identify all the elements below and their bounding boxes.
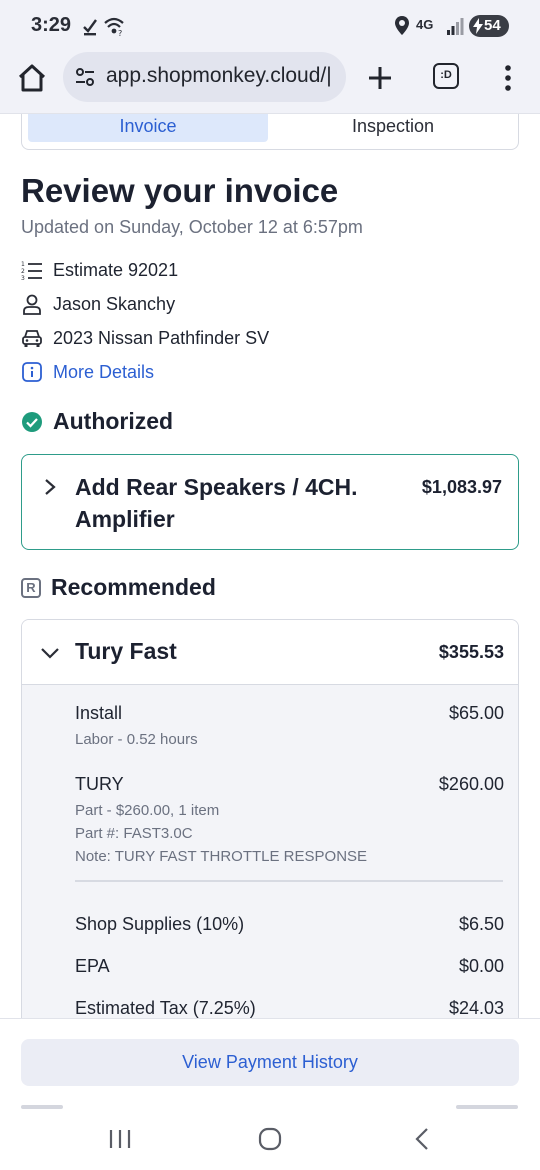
more-menu-icon[interactable] xyxy=(498,64,518,92)
recommended-label: Recommended xyxy=(51,574,216,600)
address-bar-url: app.shopmonkey.cloud/| xyxy=(106,64,332,87)
estimate-row: 1 2 3 Estimate 92021 xyxy=(21,258,178,282)
customer-name: Jason Skanchy xyxy=(53,293,176,314)
signal-icon xyxy=(447,18,464,35)
fee-name: EPA xyxy=(75,956,110,976)
battery-indicator: 54 xyxy=(469,15,509,37)
network-type-label: 4G xyxy=(416,17,434,32)
svg-text:?: ? xyxy=(118,29,122,38)
fee-amount: $0.00 xyxy=(458,956,504,976)
status-time: 3:29 xyxy=(31,14,72,36)
person-icon xyxy=(23,294,41,315)
location-icon xyxy=(395,16,409,35)
line-item-name: TURY xyxy=(75,774,124,794)
line-item-price: $65.00 xyxy=(448,703,504,723)
browser-toolbar: app.shopmonkey.cloud/| :D xyxy=(0,52,540,114)
line-item-detail: Part - $260.00, 1 item xyxy=(75,802,220,819)
check-circle-icon xyxy=(22,411,42,432)
divider xyxy=(75,880,503,882)
vehicle-name: 2023 Nissan Pathfinder SV xyxy=(53,327,270,348)
home-button-icon[interactable] xyxy=(258,1127,282,1151)
back-icon[interactable] xyxy=(412,1127,432,1151)
fee-amount: $24.03 xyxy=(448,998,504,1018)
site-settings-icon[interactable] xyxy=(73,65,97,89)
authorized-service-price: $1,083.97 xyxy=(421,477,502,497)
recommended-service-details: Install $65.00 Labor - 0.52 hours TURY $… xyxy=(22,685,518,1058)
updated-timestamp: Updated on Sunday, October 12 at 6:57pm xyxy=(21,217,363,237)
page-title: Review your invoice xyxy=(21,172,339,209)
authorized-service-title: Add Rear Speakers / 4CH. Amplifier xyxy=(75,474,358,532)
vehicle-row: 2023 Nissan Pathfinder SV xyxy=(21,326,269,350)
view-payment-history-button[interactable]: View Payment History xyxy=(21,1039,519,1086)
line-item-name: Install xyxy=(75,703,123,723)
more-details-link[interactable]: More Details xyxy=(21,360,154,384)
recommended-heading: R Recommended xyxy=(21,574,216,601)
system-navigation-bar xyxy=(0,1113,540,1170)
customer-row: Jason Skanchy xyxy=(21,292,175,316)
tab-inspection[interactable]: Inspection xyxy=(272,114,514,142)
bottom-action-panel: View Payment History xyxy=(0,1018,540,1113)
svg-text:3: 3 xyxy=(21,275,25,281)
clipped-text-peek xyxy=(21,1105,63,1109)
recommended-service-title: Tury Fast xyxy=(75,638,177,664)
line-item-detail: Labor - 0.52 hours xyxy=(75,731,198,748)
svg-text:1: 1 xyxy=(21,261,25,268)
estimate-number: Estimate 92021 xyxy=(53,259,179,280)
charging-bolt-icon xyxy=(473,18,483,34)
authorized-label: Authorized xyxy=(53,408,174,434)
status-bar: 3:29 ? 4G 54 xyxy=(0,0,540,52)
svg-text:2: 2 xyxy=(21,268,25,275)
recommended-service-card: Tury Fast $355.53 Install $65.00 Labor -… xyxy=(21,619,519,1059)
authorized-service-card[interactable]: Add Rear Speakers / 4CH. Amplifier $1,08… xyxy=(21,454,519,550)
recommended-service-price: $355.53 xyxy=(438,642,504,662)
new-tab-icon[interactable] xyxy=(366,64,394,92)
fee-name: Estimated Tax (7.25%) xyxy=(75,998,256,1018)
clipped-text-peek xyxy=(456,1105,518,1109)
chevron-right-icon xyxy=(45,479,56,495)
recommended-service-header[interactable]: Tury Fast $355.53 xyxy=(22,620,518,685)
authorized-heading: Authorized xyxy=(21,408,173,435)
tab-switcher-button[interactable]: :D xyxy=(433,63,459,89)
wifi-icon: ? xyxy=(104,17,124,38)
check-icon xyxy=(83,19,97,36)
info-icon xyxy=(22,362,42,382)
chevron-down-icon xyxy=(41,648,59,659)
line-item-price: $260.00 xyxy=(438,774,504,794)
recommended-badge-icon: R xyxy=(21,577,41,598)
line-item-part-number: Part #: FAST3.0C xyxy=(75,825,193,842)
battery-level: 54 xyxy=(484,17,501,34)
recent-apps-icon[interactable] xyxy=(107,1127,133,1151)
tab-invoice[interactable]: Invoice xyxy=(28,114,268,142)
fee-amount: $6.50 xyxy=(458,914,504,934)
fee-name: Shop Supplies (10%) xyxy=(75,914,245,934)
address-bar[interactable]: app.shopmonkey.cloud/| xyxy=(63,52,346,102)
home-icon[interactable] xyxy=(16,62,48,94)
view-tabs: Invoice Inspection xyxy=(21,114,519,150)
more-details-label: More Details xyxy=(53,361,155,382)
numbered-list-icon: 1 2 3 xyxy=(21,261,42,281)
line-item-note: Note: TURY FAST THROTTLE RESPONSE xyxy=(75,848,368,865)
car-icon xyxy=(22,330,42,347)
